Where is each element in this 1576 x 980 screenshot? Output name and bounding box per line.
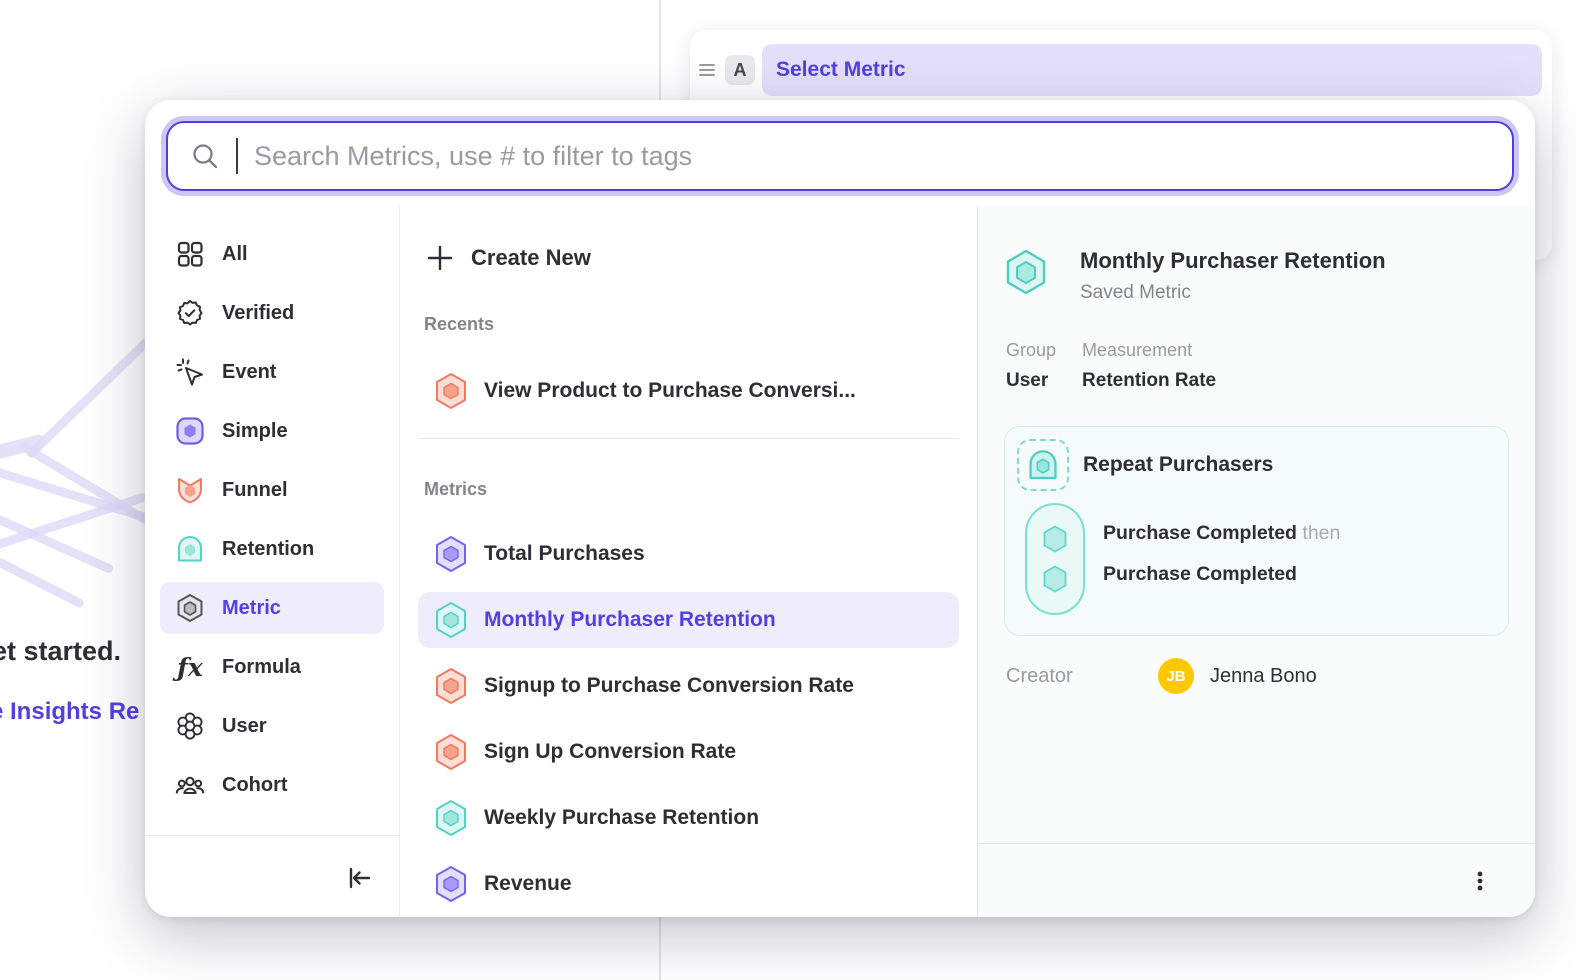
- metric-item-signup-to-purchase[interactable]: Signup to Purchase Conversion Rate: [418, 658, 959, 714]
- drag-handle-icon[interactable]: [696, 59, 718, 81]
- detail-subtitle: Saved Metric: [1080, 282, 1386, 304]
- metric-item-label: Signup to Purchase Conversion Rate: [484, 674, 854, 698]
- decorative-line: [25, 330, 159, 460]
- decorative-line: [0, 492, 147, 551]
- sidebar-item-simple[interactable]: Simple: [160, 405, 384, 457]
- sidebar-item-formula[interactable]: ƒx Formula: [160, 641, 384, 693]
- sidebar-item-user[interactable]: User: [160, 700, 384, 752]
- hexagon-icon-purple: [434, 865, 468, 903]
- filter-sidebar: All Verified Event: [145, 206, 400, 917]
- metric-detail-hexagon-icon: [1004, 248, 1048, 296]
- metric-list-panel: Create New Recents View Product to Purch…: [400, 206, 978, 917]
- detail-title: Monthly Purchaser Retention: [1080, 248, 1386, 274]
- section-divider: [418, 438, 959, 439]
- metric-item-revenue[interactable]: Revenue: [418, 856, 959, 912]
- simple-square-icon: [175, 416, 205, 446]
- sidebar-item-label: Cohort: [222, 774, 288, 797]
- sidebar-item-label: Event: [222, 361, 276, 384]
- sidebar-item-label: Verified: [222, 302, 294, 325]
- metric-item-total-purchases[interactable]: Total Purchases: [418, 526, 959, 582]
- definition-card: Repeat Purchasers Purchase Completed the…: [1004, 426, 1509, 636]
- metric-picker-modal: All Verified Event: [145, 100, 1535, 917]
- measurement-label: Measurement: [1082, 340, 1216, 361]
- hexagon-icon-salmon: [434, 733, 468, 771]
- recent-metric-item[interactable]: View Product to Purchase Conversi...: [418, 363, 959, 419]
- hexagon-icon-salmon: [434, 372, 468, 410]
- sidebar-item-label: Formula: [222, 656, 301, 679]
- sidebar-item-label: All: [222, 243, 248, 266]
- group-value: User: [1006, 370, 1056, 392]
- search-input[interactable]: [254, 141, 1490, 172]
- then-connector: then: [1302, 522, 1340, 544]
- creator-name: Jenna Bono: [1210, 665, 1317, 688]
- grid-icon: [175, 239, 205, 269]
- recent-metric-label: View Product to Purchase Conversi...: [484, 379, 856, 403]
- funnel-icon: [175, 475, 205, 505]
- metric-detail-panel: Monthly Purchaser Retention Saved Metric…: [978, 206, 1535, 917]
- create-new-button[interactable]: Create New: [418, 232, 959, 284]
- definition-name: Repeat Purchasers: [1083, 453, 1273, 477]
- dashed-retention-icon-box: [1017, 439, 1069, 491]
- step-hexagon-icon: [1042, 524, 1068, 554]
- hexagon-icon-teal: [434, 601, 468, 639]
- hexagon-icon-purple: [434, 535, 468, 573]
- sidebar-item-retention[interactable]: Retention: [160, 523, 384, 575]
- metric-hexagon-icon: [175, 593, 205, 623]
- group-meta: Group User: [1006, 340, 1056, 392]
- hexagon-icon-teal: [434, 799, 468, 837]
- definition-step-2: Purchase Completed: [1103, 554, 1340, 595]
- search-box[interactable]: [166, 121, 1514, 191]
- sidebar-item-verified[interactable]: Verified: [160, 287, 384, 339]
- sidebar-item-label: Simple: [222, 420, 288, 443]
- creator-row: Creator JB Jenna Bono: [1004, 658, 1509, 694]
- sidebar-item-metric[interactable]: Metric: [160, 582, 384, 634]
- metrics-heading: Metrics: [418, 479, 959, 500]
- metric-item-monthly-purchaser-retention[interactable]: Monthly Purchaser Retention: [418, 592, 959, 648]
- select-metric-label: Select Metric: [776, 58, 906, 82]
- background-heading-fragment: et started.: [0, 636, 121, 667]
- steps-capsule: [1025, 503, 1085, 615]
- definition-step-1: Purchase Completed then: [1103, 513, 1340, 554]
- row-letter-badge: A: [725, 55, 755, 85]
- hexagon-icon-salmon: [434, 667, 468, 705]
- retention-arch-icon: [1026, 448, 1060, 482]
- measurement-meta: Measurement Retention Rate: [1082, 340, 1216, 392]
- recents-heading: Recents: [418, 314, 959, 335]
- text-caret: [236, 138, 238, 174]
- user-cluster-icon: [175, 711, 205, 741]
- metric-item-label: Monthly Purchaser Retention: [484, 608, 776, 632]
- verified-badge-icon: [175, 298, 205, 328]
- metric-item-label: Sign Up Conversion Rate: [484, 740, 736, 764]
- retention-arch-icon: [175, 534, 205, 564]
- measurement-value: Retention Rate: [1082, 370, 1216, 392]
- metric-item-label: Revenue: [484, 872, 572, 896]
- sidebar-item-funnel[interactable]: Funnel: [160, 464, 384, 516]
- step-hexagon-icon: [1042, 564, 1068, 594]
- cursor-sparkle-icon: [175, 357, 205, 387]
- sidebar-item-label: Funnel: [222, 479, 288, 502]
- group-label: Group: [1006, 340, 1056, 361]
- decorative-line: [0, 556, 85, 609]
- sidebar-item-label: User: [222, 715, 266, 738]
- creator-avatar: JB: [1158, 658, 1194, 694]
- sidebar-item-label: Retention: [222, 538, 314, 561]
- search-icon: [190, 141, 220, 171]
- plus-icon: [426, 244, 454, 272]
- sidebar-item-label: Metric: [222, 597, 281, 620]
- more-options-button[interactable]: [1465, 866, 1495, 896]
- select-metric-button[interactable]: Select Metric: [762, 44, 1542, 96]
- creator-label: Creator: [1006, 665, 1158, 688]
- formula-fx-icon: ƒx: [175, 652, 205, 682]
- metric-item-sign-up-conversion[interactable]: Sign Up Conversion Rate: [418, 724, 959, 780]
- create-new-label: Create New: [471, 245, 591, 271]
- collapse-sidebar-button[interactable]: [343, 862, 373, 892]
- cohort-people-icon: [175, 770, 205, 800]
- sidebar-item-all[interactable]: All: [160, 228, 384, 280]
- metric-item-label: Weekly Purchase Retention: [484, 806, 759, 830]
- sidebar-item-cohort[interactable]: Cohort: [160, 759, 384, 811]
- sidebar-item-event[interactable]: Event: [160, 346, 384, 398]
- metric-item-weekly-purchase-retention[interactable]: Weekly Purchase Retention: [418, 790, 959, 846]
- background-link-fragment[interactable]: e Insights Re: [0, 698, 139, 726]
- metric-item-label: Total Purchases: [484, 542, 645, 566]
